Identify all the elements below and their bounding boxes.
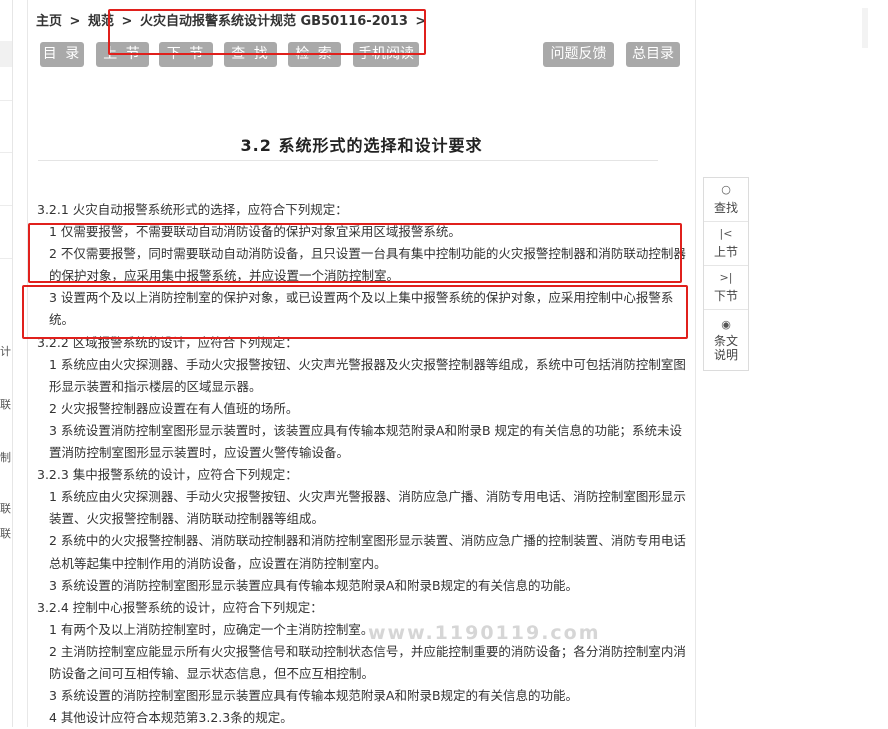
side-prev-label: 上节 [713, 244, 738, 259]
mobile-read-button[interactable]: 手机阅读 [353, 42, 419, 67]
clause-item: 2 系统中的火灾报警控制器、消防联动控制器和消防控制室图形显示装置、消防应急广播… [49, 533, 686, 571]
side-explanation-label: 条文说明 [713, 333, 738, 362]
side-prev-button[interactable]: |< 上节 [704, 222, 748, 266]
clause-item: 4 其他设计应符合本规范第3.2.3条的规定。 [49, 710, 293, 726]
side-next-button[interactable]: >| 下节 [704, 266, 748, 310]
search-button[interactable]: 检 索 [288, 42, 341, 67]
clause-item: 3 系统设置消防控制室图形显示装置时，该装置应具有传输本规范附录A和附录B 规定… [49, 422, 683, 461]
next-section-button[interactable]: 下 节 [159, 42, 213, 67]
clause-item: 2 主消防控制室应能显示所有火灾报警信号和联动控制状态信号，并应能控制重要的消防… [49, 643, 686, 681]
clause-item: 1 仅需要报警，不需要联动自动消防设备的保护对象宜采用区域报警系统。 [49, 224, 461, 240]
clause-item: 1 系统应由火灾探测器、手动火灾报警按钮、火灾声光警报器及火灾报警控制器等组成，… [49, 356, 686, 394]
breadcrumb-separator: > [121, 14, 133, 29]
sidebar-active-bar [0, 41, 12, 67]
next-section-icon: >| [719, 270, 733, 284]
sidebar-text-fragment[interactable]: 制 [0, 449, 12, 465]
find-button[interactable]: 查 找 [224, 42, 277, 67]
clause-item: 3 系统设置的消防控制室图形显示装置应具有传输本规范附录A和附录B规定的有关信息… [49, 688, 579, 704]
breadcrumb-home-link[interactable]: 主页 [36, 14, 62, 29]
breadcrumb-separator: > [69, 14, 81, 29]
divider [0, 152, 12, 153]
side-find-button[interactable]: ○ 查找 [704, 178, 748, 222]
clause-heading: 3.2.1 火灾自动报警系统形式的选择，应符合下列规定： [37, 202, 348, 217]
side-find-label: 查找 [713, 200, 738, 215]
clause-item: 3 设置两个及以上消防控制室的保护对象，或已设置两个及以上集中报警系统的保护对象… [49, 290, 674, 328]
left-sidebar-edge: 计 联 制 联 联 [0, 0, 13, 727]
breadcrumb-level1-link[interactable]: 规范 [88, 14, 114, 29]
toc-button[interactable]: 目 录 [40, 42, 84, 67]
article-content: 3.2.1 火灾自动报警系统形式的选择，应符合下列规定： 1 仅需要报警，不需要… [37, 199, 692, 729]
scrollbar[interactable] [862, 0, 870, 727]
catalog-button[interactable]: 总目录 [626, 42, 680, 67]
page-title: 3.2 系统形式的选择和设计要求 [240, 136, 483, 155]
breadcrumb: 主页 > 规范 > 火灾自动报警系统设计规范 GB50116-2013 > [36, 10, 429, 29]
divider [0, 100, 12, 101]
side-explanation-button[interactable]: ◉ 条文说明 [704, 310, 748, 370]
sidebar-text-fragment[interactable]: 计 [0, 343, 12, 359]
sidebar-text-fragment[interactable]: 联 [0, 525, 12, 541]
side-navigation: ○ 查找 |< 上节 >| 下节 ◉ 条文说明 [703, 177, 749, 371]
clause-item: 2 不仅需要报警，同时需要联动自动消防设备，且只设置一台具有集中控制功能的火灾报… [49, 246, 686, 284]
prev-section-icon: |< [719, 226, 733, 240]
scrollbar-thumb[interactable] [862, 8, 868, 48]
breadcrumb-separator: > [415, 14, 427, 29]
watermark: www.1190119.com [368, 622, 601, 644]
clause-item: 1 系统应由火灾探测器、手动火灾报警按钮、火灾声光警报器、消防应急广播、消防专用… [49, 489, 686, 527]
clause-item: 3 系统设置的消防控制室图形显示装置应具有传输本规范附录A和附录B规定的有关信息… [49, 577, 579, 593]
sidebar-text-fragment[interactable]: 联 [0, 396, 12, 412]
title-divider [38, 160, 658, 161]
prev-section-button[interactable]: 上 节 [96, 42, 149, 67]
divider [0, 258, 12, 259]
clause-item: 2 火灾报警控制器应设置在有人值班的场所。 [49, 400, 299, 416]
sidebar-text-fragment[interactable]: 联 [0, 500, 12, 516]
clause-heading: 3.2.2 区域报警系统的设计，应符合下列规定： [37, 334, 298, 350]
breadcrumb-current[interactable]: 火灾自动报警系统设计规范 GB50116-2013 [140, 14, 408, 29]
article-panel: 主页 > 规范 > 火灾自动报警系统设计规范 GB50116-2013 > 目 … [27, 0, 696, 727]
side-next-label: 下节 [713, 288, 738, 303]
clause-heading: 3.2.4 控制中心报警系统的设计，应符合下列规定： [37, 599, 323, 615]
search-icon: ○ [721, 182, 731, 196]
feedback-button[interactable]: 问题反馈 [543, 42, 614, 67]
divider [0, 205, 12, 206]
clause-heading: 3.2.3 集中报警系统的设计，应符合下列规定： [37, 467, 298, 483]
eye-icon: ◉ [721, 317, 731, 331]
